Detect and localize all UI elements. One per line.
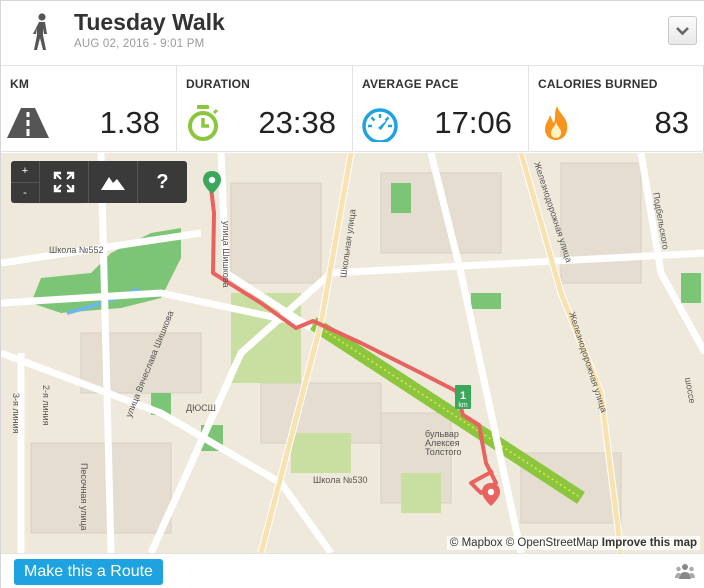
- datetime-separator: -: [152, 38, 157, 50]
- map-label-dyush: ДЮСШ: [186, 403, 216, 413]
- make-route-button[interactable]: Make this a Route: [14, 559, 163, 585]
- km-marker-unit: km: [458, 402, 468, 409]
- activity-time: 9:01 PM: [160, 38, 205, 50]
- map-label-street-pesochnaya: Песочная улица: [79, 463, 89, 531]
- osm-link[interactable]: © OpenStreetMap: [506, 537, 599, 549]
- footer-bar: Make this a Route: [1, 553, 704, 588]
- map-label-boulevard-3: Толстого: [425, 447, 461, 457]
- mapbox-link[interactable]: © Mapbox: [450, 537, 503, 549]
- road-icon: [7, 108, 49, 138]
- chevron-down-icon: [676, 27, 689, 36]
- activity-datetime: AUG 02, 2016 - 9:01 PM: [74, 38, 204, 50]
- end-pin-icon[interactable]: [482, 483, 500, 506]
- zoom-out-button[interactable]: -: [11, 183, 39, 204]
- zoom-controls: + -: [11, 161, 40, 203]
- stat-duration: DURATION 23:38: [177, 66, 353, 152]
- people-icon[interactable]: [675, 563, 695, 579]
- stat-label: AVERAGE PACE: [362, 77, 459, 91]
- fullscreen-button[interactable]: [40, 161, 89, 203]
- map-attribution: © Mapbox © OpenStreetMap Improve this ma…: [446, 536, 700, 550]
- map-label-school552: Школа №552: [49, 245, 104, 255]
- stat-value: 17:06: [434, 105, 512, 140]
- map-label-street-shosse: шоссе: [683, 377, 697, 405]
- map-controls: + - ?: [11, 161, 187, 203]
- stat-value: 1.38: [99, 105, 160, 140]
- map-canvas: 1 km Школа №552 Школа №530 ДЮСШ бульвар …: [1, 153, 704, 553]
- speedometer-icon: [362, 108, 398, 142]
- map-label-street-3liniya: 3-я линия: [11, 393, 21, 434]
- options-dropdown-button[interactable]: [668, 16, 697, 45]
- mountain-icon: [101, 177, 125, 190]
- stat-distance: KM 1.38: [1, 66, 177, 152]
- stopwatch-icon: [188, 105, 219, 141]
- help-button[interactable]: ?: [138, 161, 187, 203]
- stat-value: 83: [654, 105, 689, 140]
- activity-title: Tuesday Walk: [74, 9, 225, 35]
- improve-map-link[interactable]: Improve this map: [602, 537, 697, 549]
- stat-value: 23:38: [258, 105, 336, 140]
- map-label-street-zheleznodor: Железнодорожная улица: [567, 311, 609, 414]
- walker-icon: [33, 13, 47, 50]
- activity-card: Tuesday Walk AUG 02, 2016 - 9:01 PM KM 1…: [0, 0, 704, 588]
- map-label-street-shishkova-top: улица Шишкова: [221, 221, 231, 287]
- km-marker: 1 km: [455, 385, 471, 409]
- fullscreen-icon: [53, 171, 75, 193]
- km-marker-number: 1: [460, 390, 466, 402]
- stat-label: KM: [10, 77, 30, 91]
- stat-label: CALORIES BURNED: [538, 77, 658, 91]
- stats-bar: KM 1.38 DURATION 23:38 AVERAGE PACE 17:0…: [1, 65, 704, 152]
- map-label-street-2liniya: 2-я линия: [41, 385, 51, 426]
- zoom-in-button[interactable]: +: [11, 161, 39, 183]
- stat-average-pace: AVERAGE PACE 17:06: [353, 66, 529, 152]
- flame-icon: [545, 106, 568, 140]
- stat-calories: CALORIES BURNED 83: [529, 66, 704, 152]
- stat-label: DURATION: [186, 77, 251, 91]
- terrain-button[interactable]: [89, 161, 138, 203]
- start-pin-icon[interactable]: [203, 171, 221, 194]
- map-label-school530: Школа №530: [313, 475, 368, 485]
- route-map[interactable]: 1 km Школа №552 Школа №530 ДЮСШ бульвар …: [1, 153, 704, 553]
- activity-header: Tuesday Walk AUG 02, 2016 - 9:01 PM: [1, 1, 704, 65]
- activity-date: AUG 02, 2016: [74, 38, 150, 50]
